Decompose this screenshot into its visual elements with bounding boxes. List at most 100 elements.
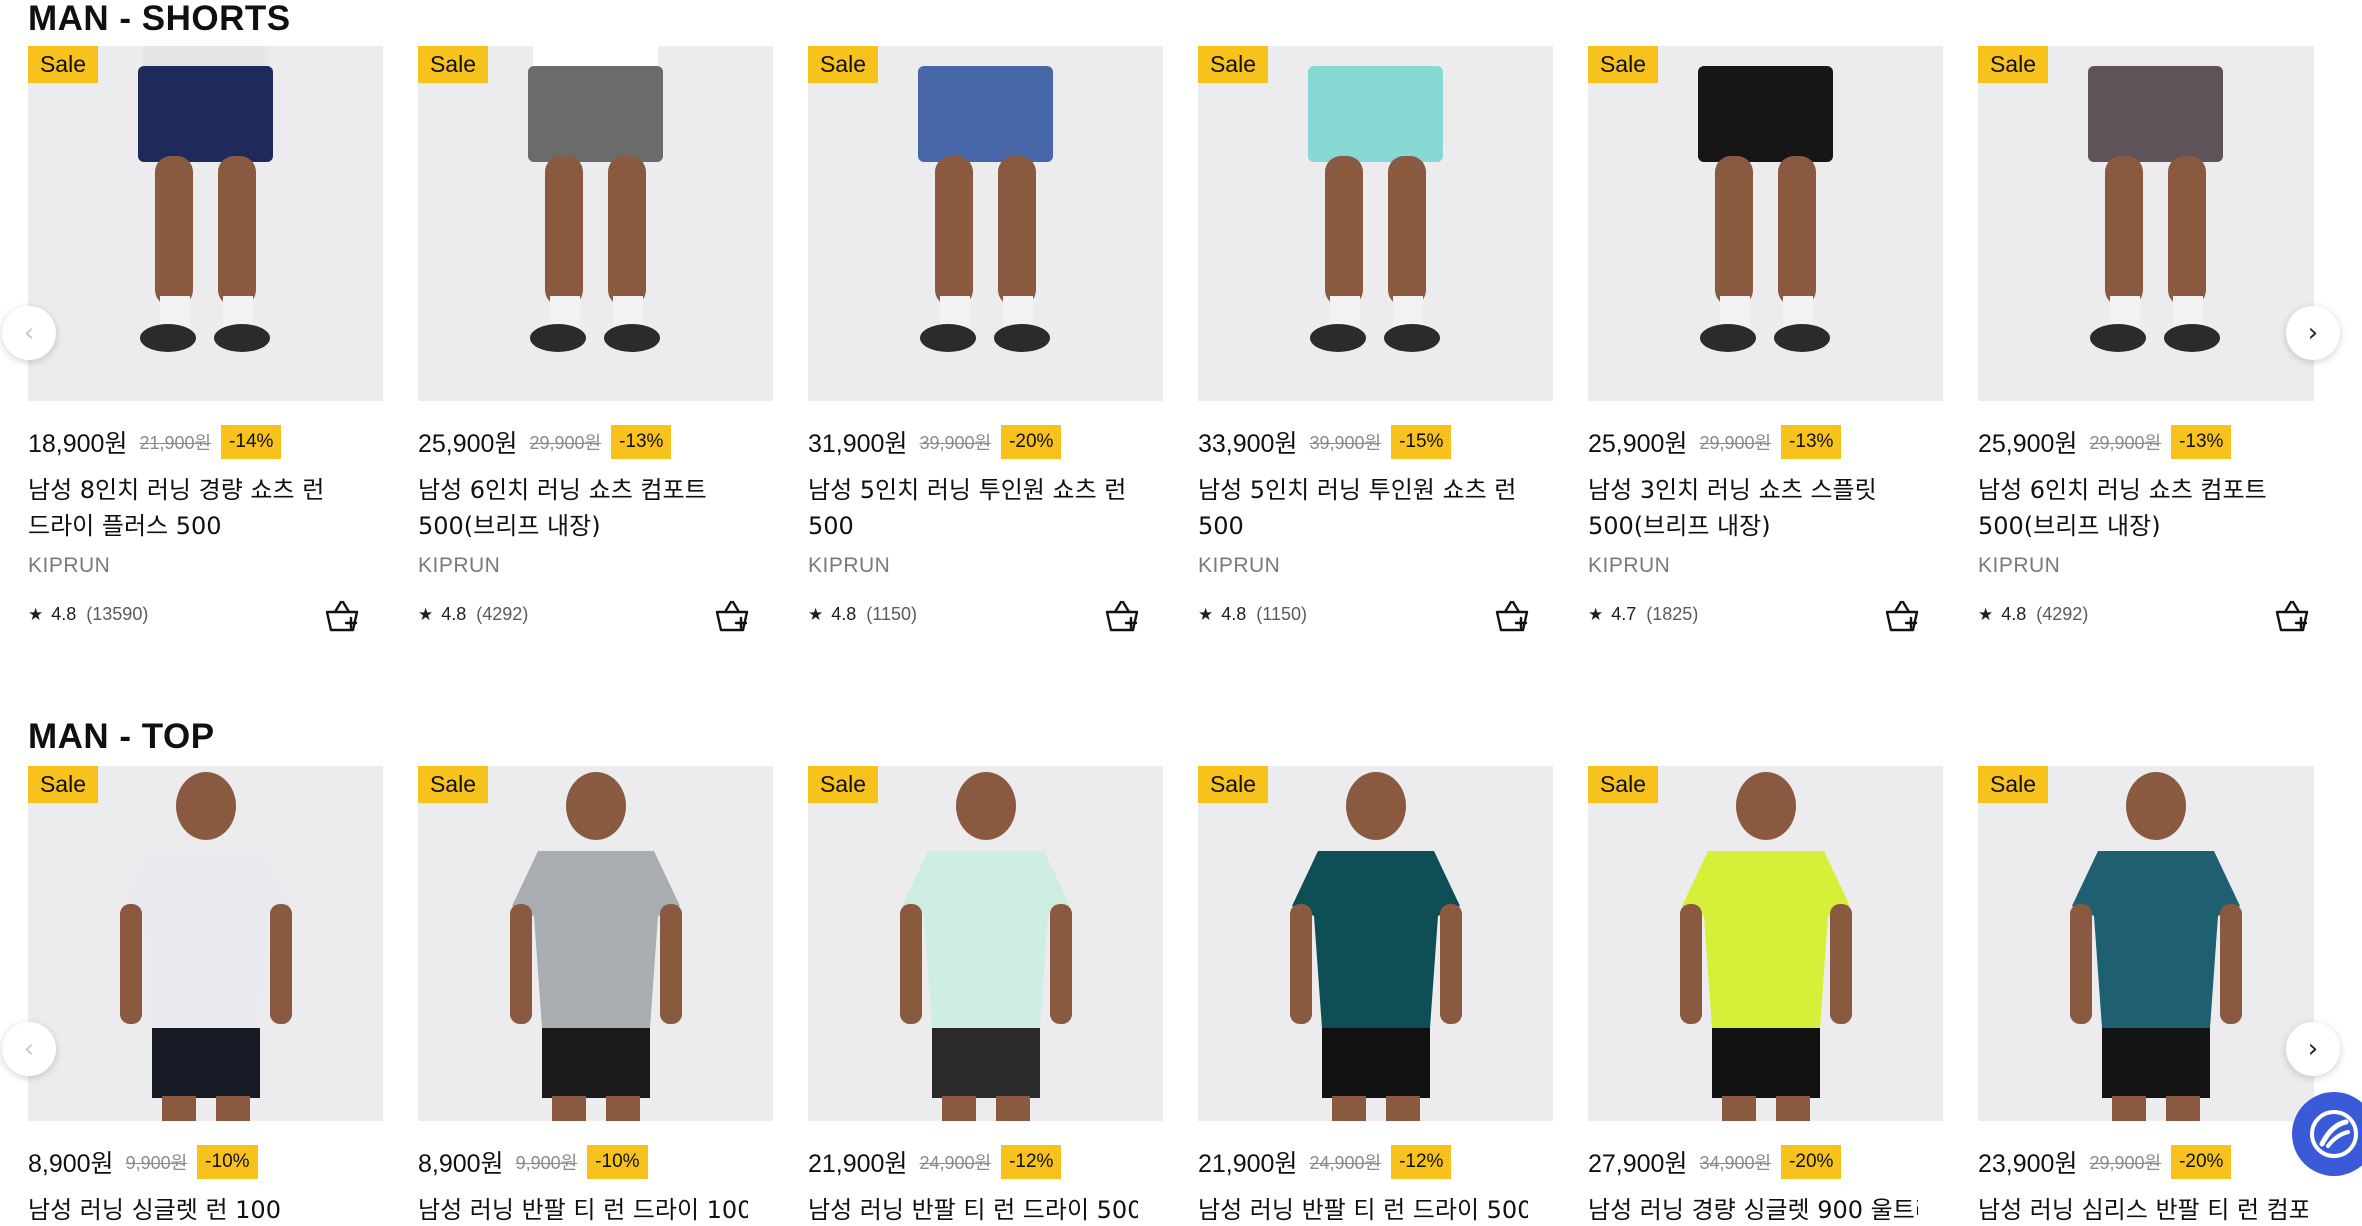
review-count: (4292) — [2036, 604, 2089, 624]
add-to-cart-button[interactable] — [713, 596, 753, 636]
product-card[interactable]: Sale 25,900원 29,900원 -13% 남성 6인치 러닝 쇼츠 컴포트 5… — [1978, 46, 2314, 686]
original-price: 29,900원 — [529, 433, 602, 453]
carousel-prev-button[interactable]: ‹ — [2, 1022, 56, 1076]
product-name[interactable]: 남성 5인치 러닝 투인원 쇼츠 런 500 — [1198, 472, 1548, 544]
product-photo — [1198, 766, 1553, 1121]
product-name[interactable]: 남성 러닝 싱글렛 런 100 — [28, 1192, 358, 1226]
product-card[interactable]: Sale 18,900원 21,900원 -14% 남성 8인치 러닝 경량 쇼츠 런 … — [28, 46, 383, 686]
product-card[interactable]: Sale 31,900원 39,900원 -20% 남성 5인치 러닝 투인원 쇼츠 런… — [808, 46, 1163, 686]
product-name[interactable]: 남성 5인치 러닝 투인원 쇼츠 런 500 — [808, 472, 1158, 544]
product-brand: KIPRUN — [1588, 554, 1671, 577]
product-card[interactable]: Sale 21,900원 24,900원 -12% 남성 러닝 반팔 티 런 드라이 5… — [1198, 766, 1553, 1226]
product-photo — [28, 46, 383, 401]
product-photo — [1588, 46, 1943, 401]
product-name[interactable]: 남성 8인치 러닝 경량 쇼츠 런 드라이 플러스 500 — [28, 472, 378, 544]
product-image[interactable]: Sale — [808, 46, 1163, 401]
product-name[interactable]: 남성 6인치 러닝 쇼츠 컴포트 500(브리프 내장) — [418, 472, 768, 544]
product-image[interactable]: Sale — [418, 766, 773, 1121]
product-card[interactable]: Sale 8,900원 9,900원 -10% 남성 러닝 싱글렛 런 100 — [28, 766, 383, 1226]
product-name[interactable]: 남성 러닝 반팔 티 런 드라이 100 — [418, 1192, 748, 1226]
product-rating: ★ 4.8 (1150) — [808, 604, 917, 625]
product-brand: KIPRUN — [28, 554, 111, 577]
discount-badge: -12% — [1391, 1145, 1452, 1179]
product-card[interactable]: Sale 23,900원 29,900원 -20% 남성 러닝 심리스 반팔 티 런 컴… — [1978, 766, 2314, 1226]
product-card[interactable]: Sale 33,900원 39,900원 -15% 남성 5인치 러닝 투인원 쇼츠 런… — [1198, 46, 1553, 686]
section-title: MAN - TOP — [28, 717, 215, 756]
add-to-cart-button[interactable] — [323, 596, 363, 636]
product-card[interactable]: Sale 21,900원 24,900원 -12% 남성 러닝 반팔 티 런 드라이 5… — [808, 766, 1163, 1226]
current-price: 25,900원 — [418, 430, 518, 458]
product-image[interactable]: Sale — [418, 46, 773, 401]
sale-badge: Sale — [28, 766, 98, 803]
original-price: 9,900원 — [125, 1153, 188, 1173]
discount-badge: -13% — [1781, 425, 1842, 459]
carousel-prev-button[interactable]: ‹ — [2, 306, 56, 360]
product-name[interactable]: 남성 러닝 경량 싱글렛 900 울트라 — [1588, 1192, 1918, 1226]
product-rating: ★ 4.7 (1825) — [1588, 604, 1698, 625]
rating-value: 4.8 — [2001, 604, 2027, 624]
product-name[interactable]: 남성 러닝 반팔 티 런 드라이 500 — [1198, 1192, 1528, 1226]
sale-badge: Sale — [1588, 46, 1658, 83]
discount-badge: -20% — [1781, 1145, 1842, 1179]
product-photo — [1978, 766, 2314, 1121]
product-image[interactable]: Sale — [1588, 766, 1943, 1121]
review-count: (13590) — [86, 604, 149, 624]
original-price: 34,900원 — [1699, 1153, 1772, 1173]
product-brand: KIPRUN — [1978, 554, 2061, 577]
original-price: 24,900원 — [1309, 1153, 1382, 1173]
product-card[interactable]: Sale 25,900원 29,900원 -13% 남성 6인치 러닝 쇼츠 컴포트 5… — [418, 46, 773, 686]
sale-badge: Sale — [808, 766, 878, 803]
current-price: 18,900원 — [28, 430, 128, 458]
product-name[interactable]: 남성 3인치 러닝 쇼츠 스플릿 500(브리프 내장) — [1588, 472, 1938, 544]
product-card[interactable]: Sale 25,900원 29,900원 -13% 남성 3인치 러닝 쇼츠 스플릿 5… — [1588, 46, 1943, 686]
product-image[interactable]: Sale — [28, 766, 383, 1121]
product-image[interactable]: Sale — [808, 766, 1163, 1121]
product-carousel: Sale 18,900원 21,900원 -14% 남성 8인치 러닝 경량 쇼츠 런 … — [28, 46, 2314, 686]
product-image[interactable]: Sale — [1198, 766, 1553, 1121]
add-to-cart-button[interactable] — [1493, 596, 1533, 636]
discount-badge: -10% — [197, 1145, 258, 1179]
product-brand: KIPRUN — [418, 554, 501, 577]
product-name[interactable]: 남성 러닝 반팔 티 런 드라이 500 — [808, 1192, 1138, 1226]
review-count: (1150) — [866, 604, 917, 624]
add-to-cart-button[interactable] — [1103, 596, 1143, 636]
star-icon: ★ — [1978, 604, 1994, 624]
chat-logo-icon — [2310, 1110, 2358, 1158]
product-name[interactable]: 남성 러닝 심리스 반팔 티 런 컴포트 — [1978, 1192, 2308, 1226]
original-price: 21,900원 — [139, 433, 212, 453]
product-rating: ★ 4.8 (13590) — [28, 604, 148, 625]
rating-value: 4.8 — [831, 604, 857, 624]
product-image[interactable]: Sale — [1978, 766, 2314, 1121]
product-rating: ★ 4.8 (4292) — [1978, 604, 2088, 625]
rating-value: 4.7 — [1611, 604, 1637, 624]
discount-badge: -14% — [221, 425, 282, 459]
product-photo — [418, 46, 773, 401]
add-to-cart-icon — [325, 600, 359, 632]
star-icon: ★ — [1588, 604, 1604, 624]
add-to-cart-button[interactable] — [1883, 596, 1923, 636]
product-image[interactable]: Sale — [1198, 46, 1553, 401]
current-price: 25,900원 — [1978, 430, 2078, 458]
add-to-cart-icon — [1885, 600, 1919, 632]
product-name[interactable]: 남성 6인치 러닝 쇼츠 컴포트 500(브리프 내장) — [1978, 472, 2314, 544]
product-image[interactable]: Sale — [1978, 46, 2314, 401]
original-price: 39,900원 — [919, 433, 992, 453]
price-row: 25,900원 29,900원 -13% — [1588, 424, 1842, 460]
add-to-cart-icon — [2275, 600, 2309, 632]
current-price: 8,900원 — [28, 1150, 114, 1178]
product-image[interactable]: Sale — [28, 46, 383, 401]
product-card[interactable]: Sale 27,900원 34,900원 -20% 남성 러닝 경량 싱글렛 900 울… — [1588, 766, 1943, 1226]
product-card[interactable]: Sale 8,900원 9,900원 -10% 남성 러닝 반팔 티 런 드라이 100 — [418, 766, 773, 1226]
original-price: 29,900원 — [2089, 1153, 2162, 1173]
section-man-top: MAN - TOP Sale 8,900원 9,900원 -10% 남성 러닝 싱글렛 … — [0, 718, 2362, 1226]
price-row: 33,900원 39,900원 -15% — [1198, 424, 1452, 460]
discount-badge: -13% — [2171, 425, 2232, 459]
price-row: 31,900원 39,900원 -20% — [808, 424, 1062, 460]
carousel-next-button[interactable]: › — [2286, 306, 2340, 360]
add-to-cart-button[interactable] — [2273, 596, 2313, 636]
product-rating: ★ 4.8 (1150) — [1198, 604, 1307, 625]
product-image[interactable]: Sale — [1588, 46, 1943, 401]
carousel-next-button[interactable]: › — [2286, 1022, 2340, 1076]
current-price: 27,900원 — [1588, 1150, 1688, 1178]
sale-badge: Sale — [28, 46, 98, 83]
